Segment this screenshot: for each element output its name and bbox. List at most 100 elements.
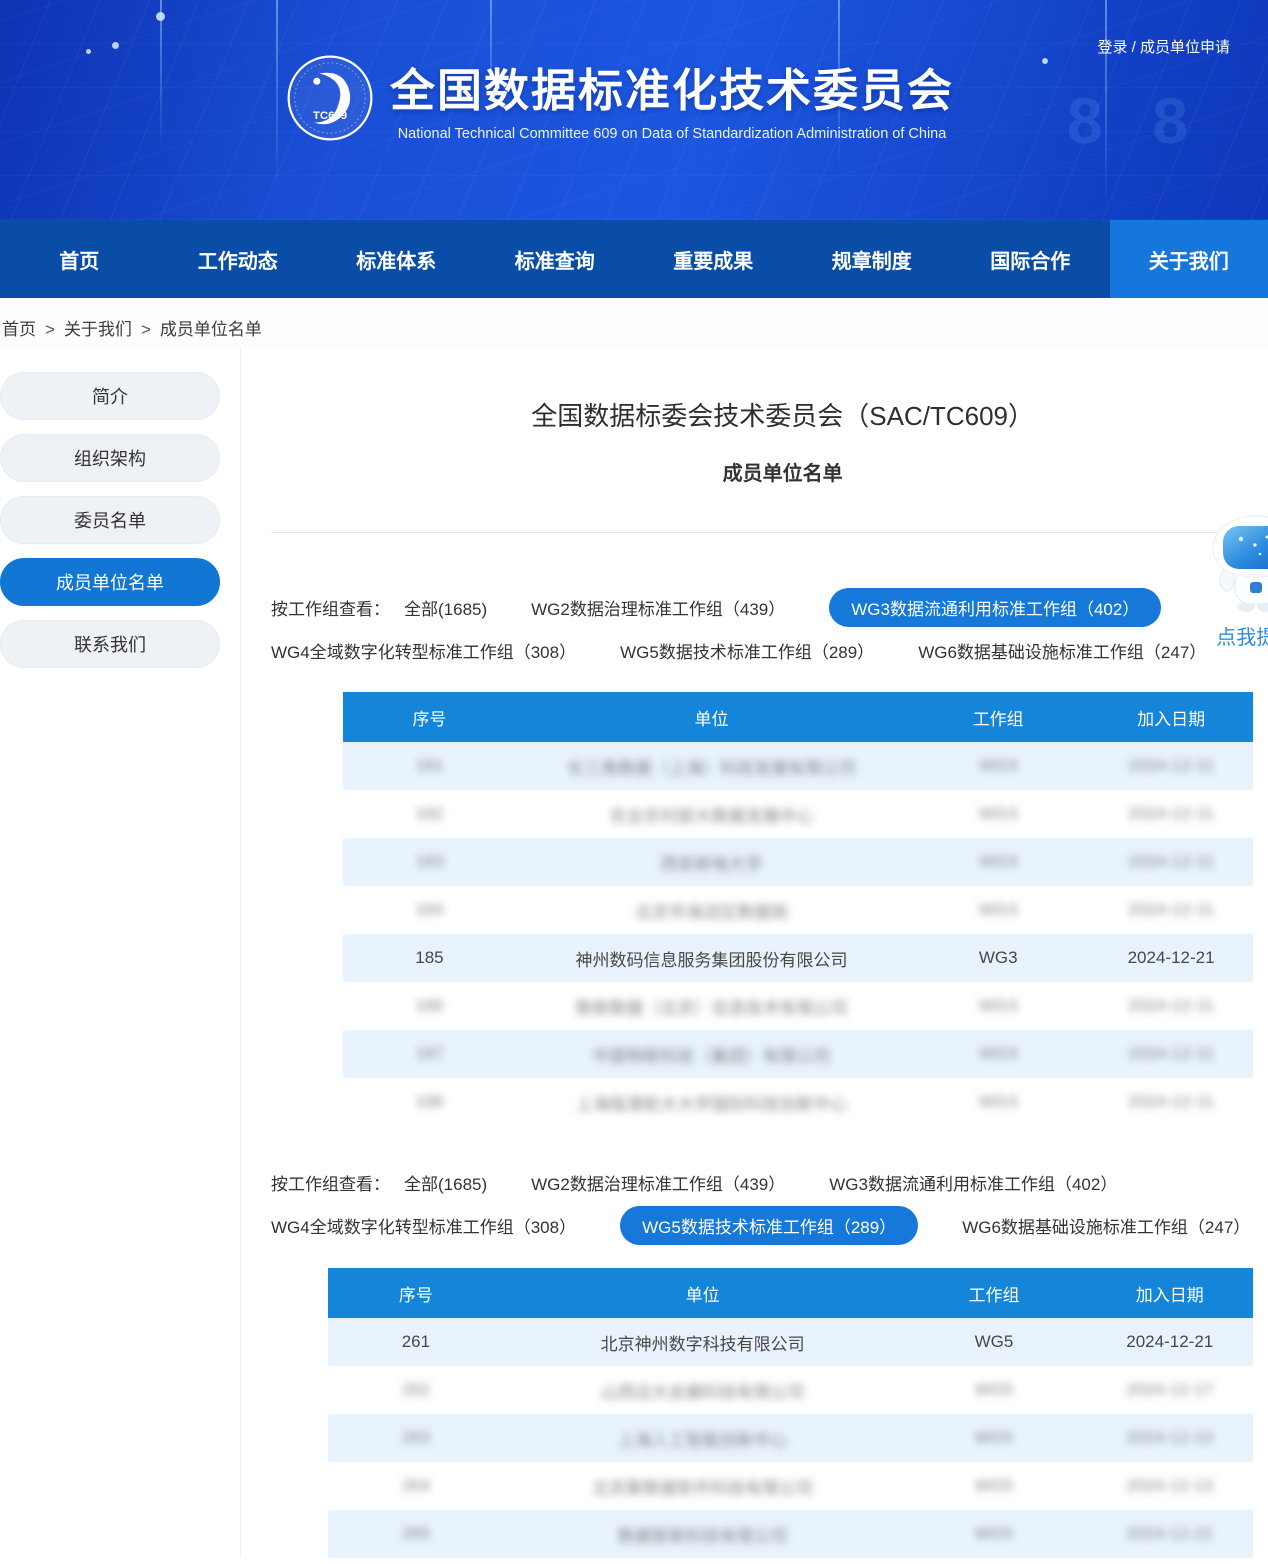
breadcrumb-item[interactable]: 关于我们 xyxy=(64,320,132,339)
table-cell-date: 2024-12-11 xyxy=(1089,756,1253,776)
row-no: 263 xyxy=(402,1428,430,1447)
table-cell-org: 数联数据（北京）信息技术有限公司 xyxy=(516,994,907,1019)
table-cell-wg: WG3 xyxy=(907,756,1089,776)
nav-item-7[interactable]: 关于我们 xyxy=(1110,220,1268,298)
table-header-cell: 单位 xyxy=(504,1281,902,1306)
breadcrumb-separator: > xyxy=(45,320,55,339)
table-cell-org: 长三角数据（上海）科技发展有限公司 xyxy=(516,754,907,779)
filter-option-4[interactable]: WG5数据技术标准工作组（289） xyxy=(620,638,874,663)
row-no: 186 xyxy=(415,996,443,1015)
page-subtitle: 成员单位名单 xyxy=(271,457,1268,486)
table-cell-no: 265 xyxy=(328,1524,504,1544)
table-row: 184北京市海淀区数据局WG32024-12-11 xyxy=(343,886,1253,934)
assistant-robot-icon[interactable] xyxy=(1210,514,1268,614)
sidebar-item-1[interactable]: 组织架构 xyxy=(0,434,220,482)
banner-decor-dot xyxy=(156,12,165,21)
row-org: 北京市海淀区数据局 xyxy=(635,903,788,922)
row-org: 北京神州数字科技有限公司 xyxy=(601,1335,805,1354)
table-cell-wg: WG5 xyxy=(902,1380,1087,1400)
table-cell-wg: WG5 xyxy=(902,1524,1087,1544)
table-cell-org: 山西远大会展科技有限公司 xyxy=(504,1378,902,1403)
row-date: 2024-12-21 xyxy=(1128,948,1215,967)
table-cell-org: 北京聚数据软件科技有限公司 xyxy=(504,1474,902,1499)
filter-option-4[interactable]: WG5数据技术标准工作组（289） xyxy=(620,1206,918,1245)
banner-decor-line xyxy=(276,0,278,190)
row-wg: WG3 xyxy=(979,804,1018,823)
filter-option-0[interactable]: 全部(1685) xyxy=(404,595,487,620)
table-cell-wg: WG3 xyxy=(907,1092,1089,1112)
table-cell-date: 2024-12-11 xyxy=(1089,1092,1253,1112)
breadcrumb-item[interactable]: 首页 xyxy=(2,320,36,339)
filter-row: WG4全域数字化转型标准工作组（308） WG5数据技术标准工作组（289） WG6… xyxy=(271,1207,1268,1244)
row-wg: WG3 xyxy=(979,1044,1018,1063)
nav-item-6[interactable]: 国际合作 xyxy=(951,220,1110,298)
table-cell-org: 上海临港航大大学国际科技创新中心 xyxy=(516,1090,907,1115)
table-cell-no: 188 xyxy=(343,1092,516,1112)
sidebar-item-3[interactable]: 成员单位名单 xyxy=(0,558,220,606)
table-row: 262山西远大会展科技有限公司WG52024-12-17 xyxy=(328,1366,1253,1414)
members-section-wg5: 按工作组查看：全部(1685)WG2数据治理标准工作组（439）WG3数据流通利… xyxy=(271,1164,1268,1558)
row-date: 2024-12-11 xyxy=(1128,996,1214,1015)
sidebar-item-4[interactable]: 联系我们 xyxy=(0,620,220,668)
nav-item-5[interactable]: 规章制度 xyxy=(793,220,952,298)
table-header-cell: 加入日期 xyxy=(1087,1281,1254,1306)
filter-option-5[interactable]: WG6数据基础设施标准工作组（247） xyxy=(918,638,1206,663)
table-cell-org: 上海人工智能创新中心 xyxy=(504,1426,902,1451)
row-no: 188 xyxy=(415,1092,443,1111)
sidebar-item-2[interactable]: 委员名单 xyxy=(0,496,220,544)
row-org: 长三角数据（上海）科技发展有限公司 xyxy=(567,759,856,778)
members-table-wg5: 序号单位工作组加入日期261北京神州数字科技有限公司WG52024-12-212… xyxy=(328,1268,1253,1558)
table-cell-no: 185 xyxy=(343,948,516,968)
banner-decor-dot xyxy=(86,49,91,54)
banner-decor-line xyxy=(160,0,162,150)
filter-option-0[interactable]: 全部(1685) xyxy=(404,1170,487,1195)
row-org: 山西远大会展科技有限公司 xyxy=(601,1383,805,1402)
breadcrumb-separator: > xyxy=(141,320,151,339)
assistant-label[interactable]: 点我提问 xyxy=(1204,621,1268,650)
banner-decor-dot xyxy=(1042,58,1048,64)
login-links[interactable]: 登录 / 成员单位申请 xyxy=(1097,36,1230,57)
row-wg: WG3 xyxy=(979,996,1018,1015)
row-wg: WG3 xyxy=(979,900,1018,919)
table-cell-date: 2024-12-11 xyxy=(1089,996,1253,1016)
table-cell-no: 187 xyxy=(343,1044,516,1064)
sidebar-item-0[interactable]: 简介 xyxy=(0,372,220,420)
filter-option-1[interactable]: WG2数据治理标准工作组（439） xyxy=(531,1170,785,1195)
row-date: 2024-12-21 xyxy=(1126,1524,1213,1543)
filter-option-5[interactable]: WG6数据基础设施标准工作组（247） xyxy=(962,1213,1250,1238)
table-cell-no: 183 xyxy=(343,852,516,872)
breadcrumb-item[interactable]: 成员单位名单 xyxy=(160,320,262,339)
filter-bar-wg5: 按工作组查看：全部(1685)WG2数据治理标准工作组（439）WG3数据流通利… xyxy=(271,1164,1268,1244)
members-section-wg3: 按工作组查看：全部(1685)WG2数据治理标准工作组（439）WG3数据流通利… xyxy=(271,589,1268,1126)
filter-option-3[interactable]: WG4全域数字化转型标准工作组（308） xyxy=(271,1213,576,1238)
row-date: 2024-12-11 xyxy=(1128,1092,1214,1111)
filter-option-2[interactable]: WG3数据流通利用标准工作组（402） xyxy=(829,1170,1117,1195)
table-cell-date: 2024-12-11 xyxy=(1089,1044,1253,1064)
main-nav: 首页工作动态标准体系标准查询重要成果规章制度国际合作关于我们 xyxy=(0,220,1268,298)
nav-item-0[interactable]: 首页 xyxy=(0,220,159,298)
table-cell-no: 264 xyxy=(328,1476,504,1496)
table-cell-date: 2024-12-21 xyxy=(1087,1332,1254,1352)
filter-option-2[interactable]: WG3数据流通利用标准工作组（402） xyxy=(829,588,1161,627)
table-header-cell: 工作组 xyxy=(902,1281,1087,1306)
table-cell-wg: WG5 xyxy=(902,1332,1087,1352)
assistant-widget[interactable]: 点我提问 xyxy=(1204,514,1268,650)
row-wg: WG3 xyxy=(979,948,1018,967)
nav-item-2[interactable]: 标准体系 xyxy=(317,220,476,298)
nav-item-4[interactable]: 重要成果 xyxy=(634,220,793,298)
filter-option-1[interactable]: WG2数据治理标准工作组（439） xyxy=(531,595,785,620)
table-cell-wg: WG3 xyxy=(907,852,1089,872)
row-no: 187 xyxy=(415,1044,443,1063)
nav-item-1[interactable]: 工作动态 xyxy=(159,220,318,298)
table-cell-wg: WG5 xyxy=(902,1476,1087,1496)
row-date: 2024-12-13 xyxy=(1126,1476,1213,1495)
table-cell-no: 182 xyxy=(343,804,516,824)
nav-item-3[interactable]: 标准查询 xyxy=(476,220,635,298)
filter-option-3[interactable]: WG4全域数字化转型标准工作组（308） xyxy=(271,638,576,663)
table-cell-date: 2024-12-11 xyxy=(1089,852,1253,872)
table-header-cell: 加入日期 xyxy=(1089,705,1253,730)
tc609-logo-icon: TC609 xyxy=(286,54,374,142)
breadcrumb: 首页 > 关于我们 > 成员单位名单 xyxy=(0,298,1268,348)
row-org: 上海人工智能创新中心 xyxy=(618,1431,788,1450)
row-org: 农业农村部大数据发展中心 xyxy=(610,807,814,826)
